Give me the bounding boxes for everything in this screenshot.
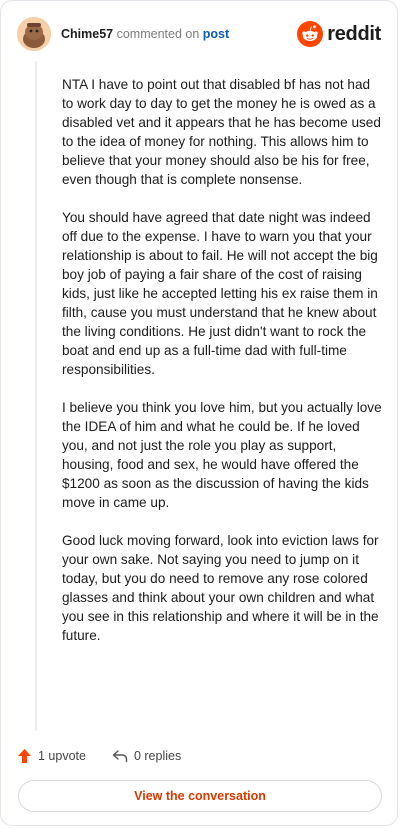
comment-paragraph: I believe you think you love him, but yo…	[62, 400, 382, 510]
comment-card: Chime57 commented on post reddit NTA I h…	[0, 0, 398, 826]
author-username[interactable]: Chime57	[61, 27, 113, 41]
reddit-brand[interactable]: reddit	[297, 21, 381, 47]
upvote-arrow-icon	[18, 749, 31, 763]
replies-count: 0 replies	[133, 749, 182, 763]
comment-verb: commented on	[116, 27, 200, 41]
comment-actions: 1 upvote 0 replies	[17, 745, 207, 767]
comment-paragraph: Good luck moving forward, look into evic…	[62, 533, 379, 643]
comment-paragraph: NTA I have to point out that disabled bf…	[62, 77, 381, 187]
post-link[interactable]: post	[203, 27, 229, 41]
replies-button[interactable]: 0 replies	[112, 749, 181, 763]
comment-body: NTA I have to point out that disabled bf…	[62, 75, 382, 664]
comment-meta: Chime57 commented on post	[61, 26, 229, 42]
comment-header: Chime57 commented on post reddit	[17, 17, 381, 51]
user-avatar[interactable]	[17, 17, 51, 51]
thread-line	[35, 61, 37, 731]
view-conversation-button[interactable]: View the conversation	[18, 780, 382, 812]
brand-wordmark: reddit	[327, 22, 381, 45]
upvote-button[interactable]: 1 upvote	[17, 748, 86, 764]
reddit-logo-icon	[297, 21, 324, 47]
reply-arrow-icon	[112, 750, 128, 763]
upvote-count: 1 upvote	[38, 749, 86, 763]
comment-paragraph: You should have agreed that date night w…	[62, 210, 378, 377]
